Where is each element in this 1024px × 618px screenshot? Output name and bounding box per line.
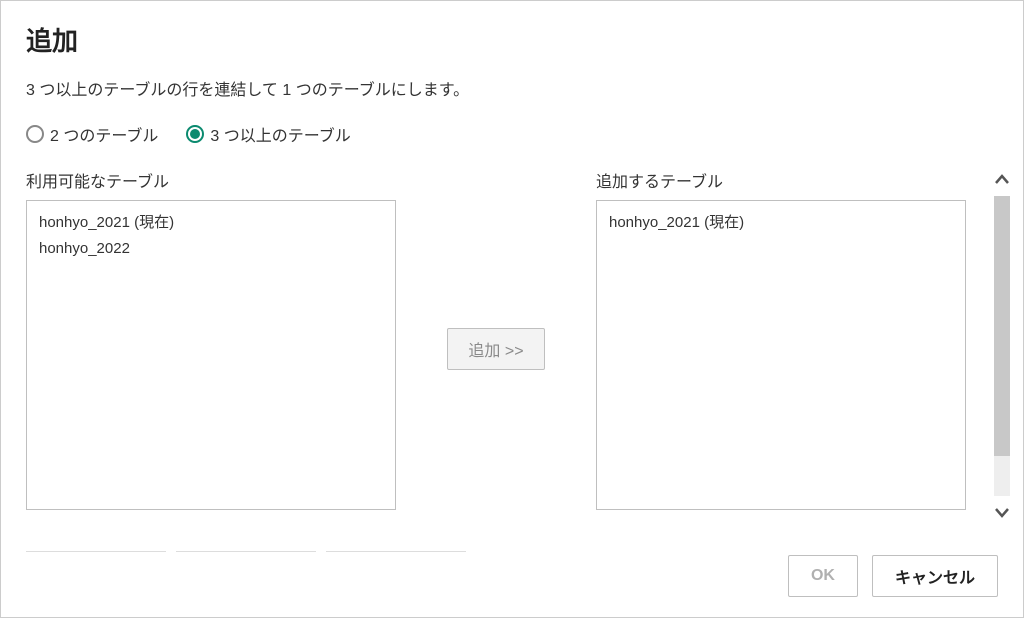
ok-button[interactable]: OK [788,555,858,597]
list-item[interactable]: honhyo_2022 [37,236,385,261]
scroll-thumb[interactable] [994,196,1010,456]
available-tables-label: 利用可能なテーブル [26,168,396,192]
dialog-footer: OK キャンセル [788,555,998,597]
radio-icon [26,125,44,143]
list-item[interactable]: honhyo_2021 (現在) [37,207,385,236]
radio-two-tables[interactable]: 2 つのテーブル [26,122,158,146]
radio-icon [186,125,204,143]
append-tables-column: 追加するテーブル honhyo_2021 (現在) [596,168,966,510]
tables-body: 利用可能なテーブル honhyo_2021 (現在) honhyo_2022 追… [26,168,986,510]
table-count-radio-group: 2 つのテーブル 3 つ以上のテーブル [26,122,998,146]
dialog-title: 追加 [26,21,998,58]
middle-controls: 追加 >> [396,168,596,510]
add-button[interactable]: 追加 >> [447,328,544,370]
radio-label: 2 つのテーブル [50,122,158,146]
scroll-track[interactable] [994,196,1010,496]
available-tables-column: 利用可能なテーブル honhyo_2021 (現在) honhyo_2022 [26,168,396,510]
divider [326,551,466,553]
scroll-down-icon[interactable] [988,498,1016,526]
dialog-description: 3 つ以上のテーブルの行を連結して 1 つのテーブルにします。 [26,76,998,100]
divider [176,551,316,553]
cancel-button[interactable]: キャンセル [872,555,998,597]
radio-label: 3 つ以上のテーブル [210,122,350,146]
list-item[interactable]: honhyo_2021 (現在) [607,207,955,236]
vertical-scrollbar[interactable] [987,166,1017,526]
available-tables-listbox[interactable]: honhyo_2021 (現在) honhyo_2022 [26,200,396,510]
hidden-controls-row [26,551,466,553]
scroll-up-icon[interactable] [988,166,1016,194]
append-tables-label: 追加するテーブル [596,168,966,192]
divider [26,551,166,553]
radio-three-or-more-tables[interactable]: 3 つ以上のテーブル [186,122,350,146]
append-tables-listbox[interactable]: honhyo_2021 (現在) [596,200,966,510]
